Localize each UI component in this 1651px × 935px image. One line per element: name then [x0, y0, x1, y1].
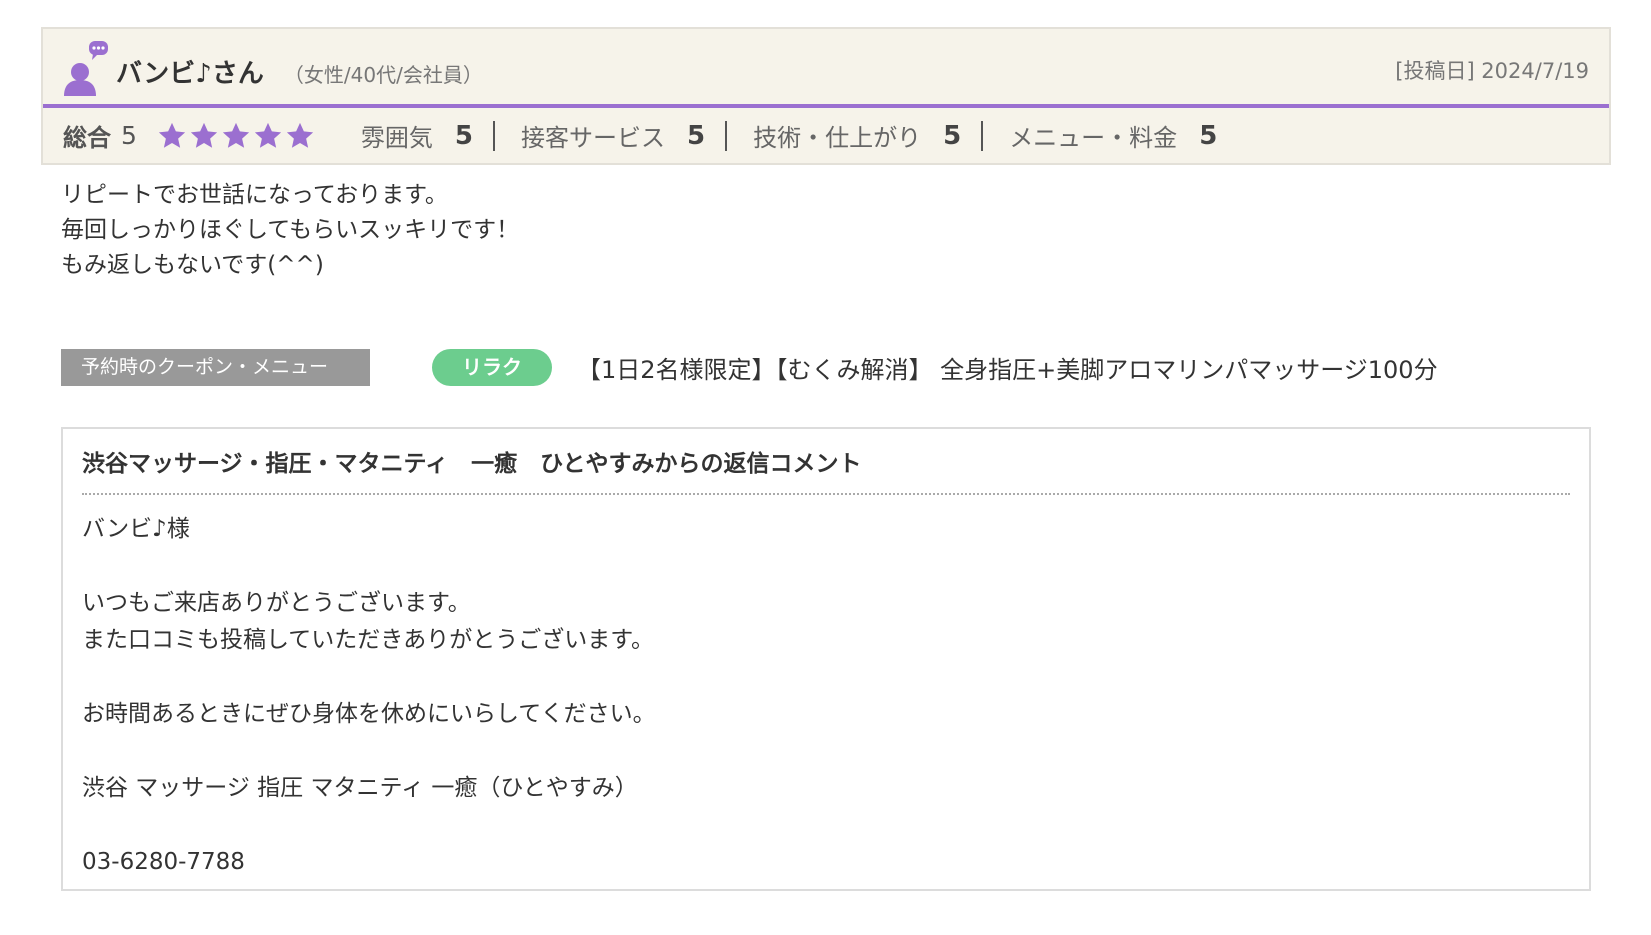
score-value: 5: [687, 120, 706, 151]
score-label: 技術・仕上がり: [753, 124, 922, 152]
category-scores: 雰囲気 5 接客サービス 5 技術・仕上がり 5 メニュー・料金 5: [361, 118, 1217, 153]
rating-bar: 総合 5 雰囲気 5 接客サービス 5 技術・仕上がり 5 メニュー・料金 5: [43, 108, 1609, 163]
reply-spacer: [82, 659, 656, 696]
score-label: 接客サービス: [521, 124, 665, 152]
coupon-name[interactable]: 【1日2名様限定】【むくみ解消】 全身指圧+美脚アロマリンパマッサージ100分: [577, 350, 1438, 385]
score-value: 5: [454, 120, 473, 151]
coupon-label: 予約時のクーポン・メニュー: [61, 349, 370, 386]
score-label: 雰囲気: [360, 124, 433, 152]
score-divider: [725, 120, 728, 151]
star-icon: [222, 122, 250, 148]
reply-spacer: [82, 548, 656, 585]
score-value: 5: [1199, 120, 1218, 151]
reviewer-profile: （女性/40代/会社員）: [283, 63, 483, 87]
user-comment-icon: [64, 41, 108, 96]
overall-rating: 総合 5: [63, 118, 315, 153]
star-icon: [158, 122, 186, 148]
review-line: 毎回しっかりほぐしてもらいスッキリです！: [61, 217, 520, 243]
coupon-row: 予約時のクーポン・メニュー リラク 【1日2名様限定】【むくみ解消】 全身指圧+…: [61, 349, 1438, 386]
score-divider: [493, 120, 495, 151]
reviewer-name: バンビ♪さん: [116, 59, 264, 89]
reply-line: また口コミも投稿していただきありがとうございます。: [82, 627, 655, 653]
reviewer-bar: バンビ♪さん （女性/40代/会社員） [投稿日] 2024/7/19: [43, 29, 1609, 108]
star-icon: [254, 122, 282, 148]
reviewer-info: バンビ♪さん （女性/40代/会社員）: [116, 53, 483, 90]
reply-line: 渋谷 マッサージ 指圧 マタニティ 一癒（ひとやすみ）: [82, 775, 638, 801]
reply-spacer: [82, 733, 656, 770]
shop-reply: 渋谷マッサージ・指圧・マタニティ 一癒 ひとやすみからの返信コメント バンビ♪様…: [61, 427, 1591, 891]
star-icon: [286, 122, 314, 148]
reply-body: バンビ♪様 いつもご来店ありがとうございます。 また口コミも投稿していただきあり…: [82, 511, 656, 881]
star-rating: [157, 121, 315, 151]
overall-label: 総合: [63, 124, 111, 152]
score-value: 5: [943, 120, 962, 151]
post-date: [投稿日] 2024/7/19: [1395, 59, 1589, 83]
score-technique: 技術・仕上がり 5: [753, 118, 961, 153]
review-line: もみ返しもないです(^^): [61, 252, 324, 278]
score-menu-price: メニュー・料金 5: [1009, 118, 1217, 153]
reply-phone: 03-6280-7788: [82, 849, 245, 875]
score-divider: [981, 120, 984, 151]
star-icon: [190, 122, 218, 148]
review-card: バンビ♪さん （女性/40代/会社員） [投稿日] 2024/7/19 総合 5…: [41, 27, 1611, 165]
reply-line: お時間あるときにぜひ身体を休めにいらしてください。: [82, 701, 656, 727]
review-line: リピートでお世話になっております。: [61, 182, 448, 208]
score-service: 接客サービス 5: [521, 118, 705, 153]
review-text: リピートでお世話になっております。 毎回しっかりほぐしてもらいスッキリです！ も…: [61, 178, 519, 283]
overall-value: 5: [121, 121, 137, 150]
review-header: バンビ♪さん （女性/40代/会社員） [投稿日] 2024/7/19 総合 5…: [41, 27, 1611, 165]
reply-line: バンビ♪様: [82, 516, 190, 542]
reply-line: いつもご来店ありがとうございます。: [82, 590, 471, 616]
reply-title: 渋谷マッサージ・指圧・マタニティ 一癒 ひとやすみからの返信コメント: [82, 444, 1570, 495]
reply-spacer: [82, 807, 656, 844]
score-label: メニュー・料金: [1009, 124, 1178, 152]
score-atmosphere: 雰囲気 5: [361, 118, 473, 153]
coupon-category-badge: リラク: [432, 349, 552, 386]
